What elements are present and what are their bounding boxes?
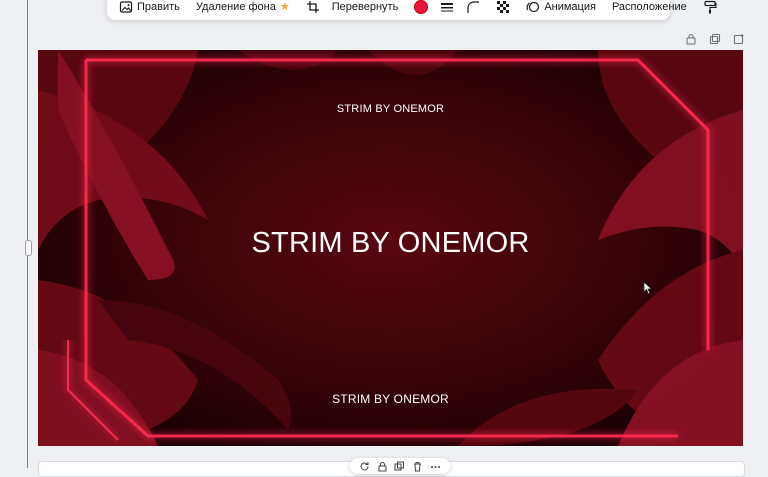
- editor-toolbar: Править Удаление фона ★ Перевернуть Аним…: [107, 0, 717, 20]
- duplicate-page-icon[interactable]: [708, 32, 722, 46]
- image-edit-icon: [119, 0, 133, 14]
- design-canvas[interactable]: STRIM BY ONEMOR STRIM BY ONEMOR STRIM BY…: [38, 50, 743, 446]
- main-title[interactable]: STRIM BY ONEMOR: [38, 227, 743, 260]
- selection-guide-line: [27, 0, 28, 468]
- corner-rounding-button[interactable]: [460, 0, 486, 17]
- corner-radius-icon: [466, 0, 480, 14]
- edit-image-button[interactable]: Править: [113, 0, 186, 17]
- animation-button[interactable]: Анимация: [520, 0, 602, 17]
- duplicate-icon[interactable]: [394, 461, 405, 472]
- page-actions: [684, 32, 746, 46]
- crop-button[interactable]: [300, 0, 326, 17]
- transparency-button[interactable]: [490, 0, 516, 17]
- top-caption[interactable]: STRIM BY ONEMOR: [38, 103, 743, 115]
- border-lines-icon: [440, 0, 454, 14]
- paint-roller-icon: [703, 0, 717, 14]
- bottom-caption[interactable]: STRIM BY ONEMOR: [38, 392, 743, 406]
- position-label: Расположение: [611, 0, 687, 13]
- animation-label: Анимация: [544, 0, 596, 13]
- color-swatch: [414, 0, 429, 14]
- resize-handle[interactable]: [25, 240, 32, 256]
- lock-icon[interactable]: [684, 32, 698, 46]
- add-page-icon[interactable]: [732, 32, 746, 46]
- position-button[interactable]: Расположение: [606, 0, 693, 17]
- background-remover-label: Удаление фона: [195, 0, 276, 13]
- flip-label: Перевернуть: [331, 0, 399, 13]
- flip-button[interactable]: Перевернуть: [326, 0, 405, 17]
- page-quick-actions: [350, 458, 450, 474]
- more-options-icon[interactable]: [430, 461, 441, 472]
- transparency-checker-icon: [496, 0, 510, 14]
- mouse-cursor-icon: [643, 281, 653, 295]
- animation-icon: [526, 0, 540, 14]
- border-style-button[interactable]: [434, 0, 460, 17]
- lock-icon[interactable]: [377, 461, 388, 472]
- color-picker-button[interactable]: [408, 0, 434, 17]
- crop-icon: [306, 0, 320, 14]
- edit-label: Править: [137, 0, 180, 13]
- premium-star-icon: ★: [279, 1, 290, 13]
- background-remover-button[interactable]: Удаление фона ★: [190, 0, 296, 17]
- trash-icon[interactable]: [412, 461, 423, 472]
- refresh-icon[interactable]: [359, 461, 370, 472]
- copy-style-button[interactable]: [697, 0, 723, 17]
